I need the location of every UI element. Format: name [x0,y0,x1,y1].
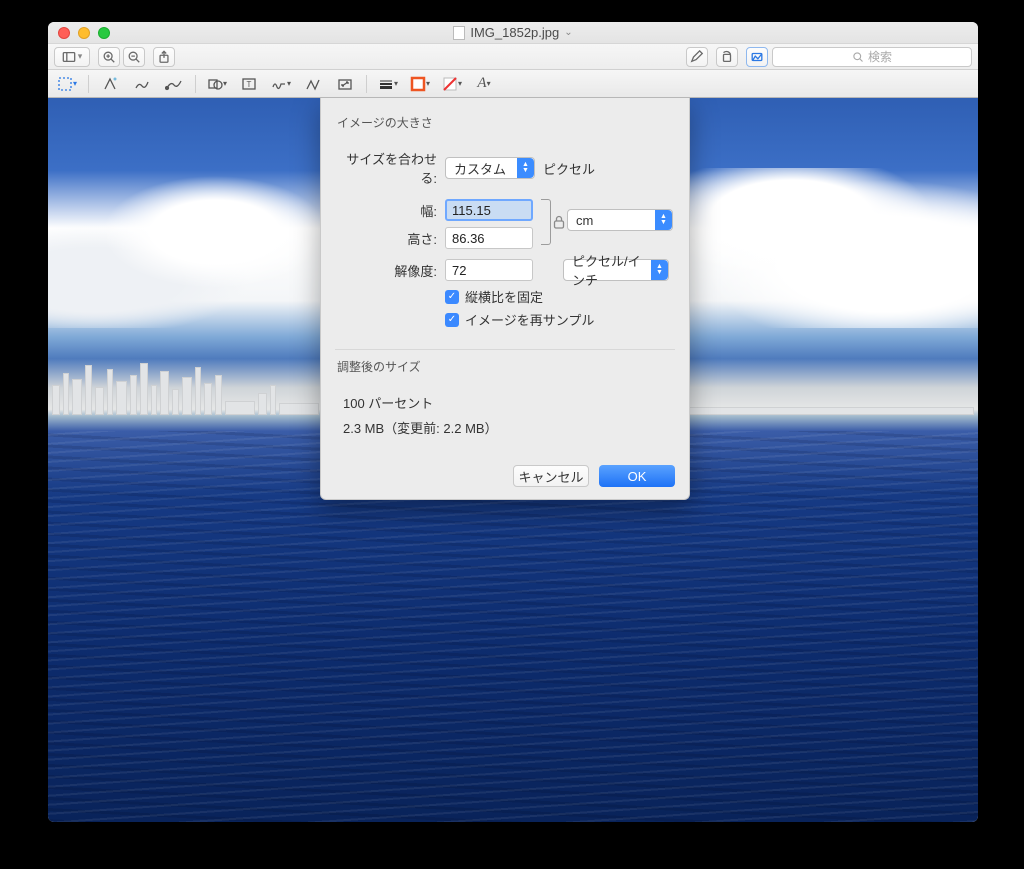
fit-into-value: カスタム [454,159,506,178]
height-label: 高さ: [337,229,437,248]
instant-alpha-tool[interactable] [99,73,121,95]
text-tool[interactable]: T [238,73,260,95]
adjust-size-tool[interactable] [334,73,356,95]
fill-color-tool[interactable]: ▾ [441,73,463,95]
resulting-percent: 100 パーセント [343,393,667,412]
lock-icon[interactable] [553,215,565,229]
dimension-unit-value: cm [576,213,593,228]
markup-toolbar-button[interactable] [746,47,768,67]
height-input[interactable] [445,227,533,249]
resulting-filesize: 2.3 MB（変更前: 2.2 MB） [343,418,667,437]
svg-text:T: T [247,80,252,89]
border-color-tool[interactable]: ▾ [409,73,431,95]
select-arrows-icon: ▲▼ [517,158,534,178]
sidebar-toggle-button[interactable]: ▾ [54,47,90,67]
title-menu-chevron-icon[interactable]: ⌄ [564,27,572,38]
search-icon [852,51,864,63]
titlebar: IMG_1852p.jpg ⌄ [48,22,978,44]
scale-proportionally-checkbox[interactable]: ✓ [445,290,459,304]
select-arrows-icon: ▲▼ [651,260,668,280]
resample-image-checkbox[interactable]: ✓ [445,313,459,327]
resolution-input[interactable] [445,259,533,281]
markup-toolbar: ▾ ▾ T ▾ ▾ [48,70,978,98]
window-filename: IMG_1852p.jpg [470,25,559,40]
document-icon [453,26,465,40]
resulting-size-title: 調整後のサイズ [337,358,675,375]
line-style-tool[interactable]: ▾ [377,73,399,95]
zoom-out-button[interactable] [123,47,145,67]
separator [195,75,196,93]
ok-button[interactable]: OK [599,465,675,487]
image-canvas[interactable]: イメージの大きさ サイズを合わせる: カスタム ▲▼ ピクセル 幅: [48,98,978,822]
separator [88,75,89,93]
font-style-tool[interactable]: A ▾ [473,73,495,95]
scale-proportionally-label: 縦横比を固定 [465,287,543,306]
dimension-unit-select[interactable]: cm ▲▼ [567,209,673,231]
resample-image-label: イメージを再サンプル [465,310,594,329]
search-placeholder: 検索 [868,48,892,65]
fit-unit-label: ピクセル [543,159,595,178]
adjust-color-tool[interactable] [302,73,324,95]
window-title: IMG_1852p.jpg ⌄ [48,25,978,40]
select-arrows-icon: ▲▼ [655,210,672,230]
image-size-dialog: イメージの大きさ サイズを合わせる: カスタム ▲▼ ピクセル 幅: [320,98,690,500]
separator [366,75,367,93]
cancel-button[interactable]: キャンセル [513,465,589,487]
rotate-button[interactable] [716,47,738,67]
width-input[interactable] [445,199,533,221]
resolution-unit-select[interactable]: ピクセル/インチ ▲▼ [563,259,669,281]
selection-tool[interactable]: ▾ [56,73,78,95]
zoom-in-button[interactable] [98,47,120,67]
ratio-bracket-icon [541,199,551,245]
annotate-button[interactable] [686,47,708,67]
resulting-size-section: 調整後のサイズ 100 パーセント 2.3 MB（変更前: 2.2 MB） [335,349,675,451]
sign-tool[interactable]: ▾ [270,73,292,95]
draw-tool[interactable] [163,73,185,95]
dialog-title: イメージの大きさ [337,114,675,131]
preview-window: IMG_1852p.jpg ⌄ ▾ [48,22,978,822]
fit-into-select[interactable]: カスタム ▲▼ [445,157,535,179]
sketch-tool[interactable] [131,73,153,95]
width-label: 幅: [337,201,437,220]
share-button[interactable] [153,47,175,67]
fit-into-label: サイズを合わせる: [337,149,437,187]
shapes-tool[interactable]: ▾ [206,73,228,95]
resolution-unit-value: ピクセル/インチ [572,251,648,289]
resolution-label: 解像度: [337,261,437,280]
search-field[interactable]: 検索 [772,47,972,67]
main-toolbar: ▾ [48,44,978,70]
